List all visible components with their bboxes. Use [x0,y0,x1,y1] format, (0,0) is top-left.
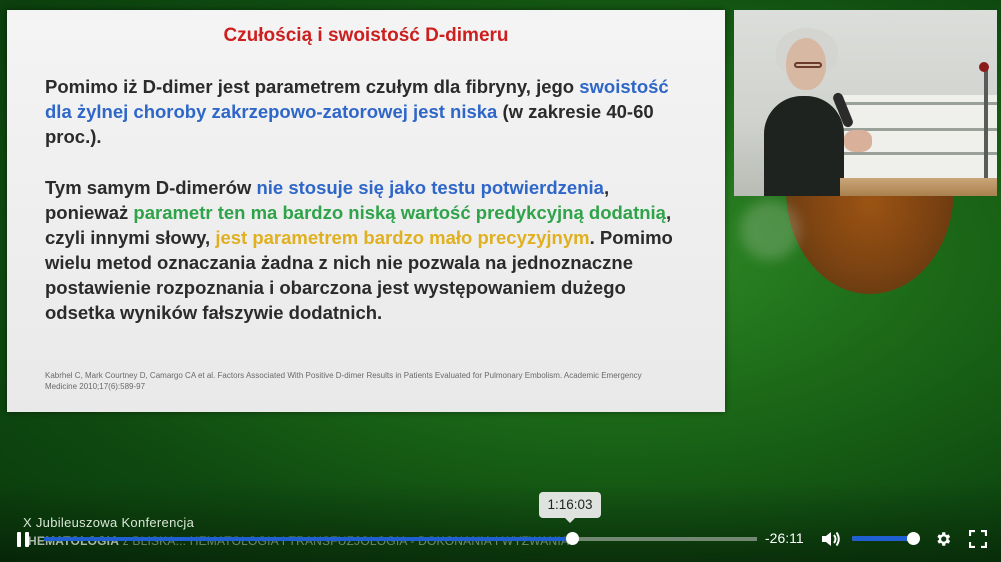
video-background-line [837,152,997,155]
settings-button[interactable] [932,528,954,550]
slide-paragraph-2: Tym samym D-dimerów nie stosuje się jako… [45,175,685,325]
speaker-hand [844,130,872,152]
speaker-video [734,10,997,196]
volume-knob[interactable] [907,532,920,545]
p2-highlight-blue: nie stosuje się jako testu potwierdzenia [256,177,604,198]
volume-fill [852,536,908,541]
p2-text-1: Tym samym D-dimerów [45,177,257,198]
video-player[interactable]: Czułością i swoistość D-dimeru Pomimo iż… [0,0,1001,562]
fullscreen-icon [969,530,987,548]
gear-icon [937,532,951,546]
pause-button[interactable] [12,528,34,550]
pause-icon [17,531,21,547]
time-remaining: -26:11 [765,530,804,546]
p1-text-1: Pomimo iż D-dimer jest parametrem czułym… [45,76,580,97]
conference-name: X Jubileuszowa Konferencja [23,515,195,530]
slide-paragraph-1: Pomimo iż D-dimer jest parametrem czułym… [45,74,685,149]
background-orb [786,190,954,294]
mic-stand-head [979,62,989,72]
volume-button[interactable] [820,528,842,550]
pause-icon [25,531,29,547]
speaker-glasses [794,62,822,68]
background-haze [740,200,800,260]
mic-stand [984,66,988,186]
progress-fill [44,537,572,541]
volume-icon [822,531,840,547]
video-background-line [837,102,997,105]
p2-highlight-yellow: jest parametrem bardzo mało precyzyjnym [215,227,590,248]
lectern [840,178,997,196]
slide-title: Czułością i swoistość D-dimeru [223,25,509,46]
presentation-slide: Czułością i swoistość D-dimeru Pomimo iż… [7,10,725,412]
speaker-body [764,96,844,196]
fullscreen-button[interactable] [967,528,989,550]
p2-highlight-green: parametr ten ma bardzo niską wartość pre… [133,202,666,223]
slide-reference: Kabrhel C, Mark Courtney D, Camargo CA e… [45,371,642,391]
progress-bar[interactable] [44,537,757,541]
progress-scrubber[interactable] [566,532,579,545]
time-tooltip: 1:16:03 [539,492,601,523]
volume-slider[interactable] [852,536,914,541]
